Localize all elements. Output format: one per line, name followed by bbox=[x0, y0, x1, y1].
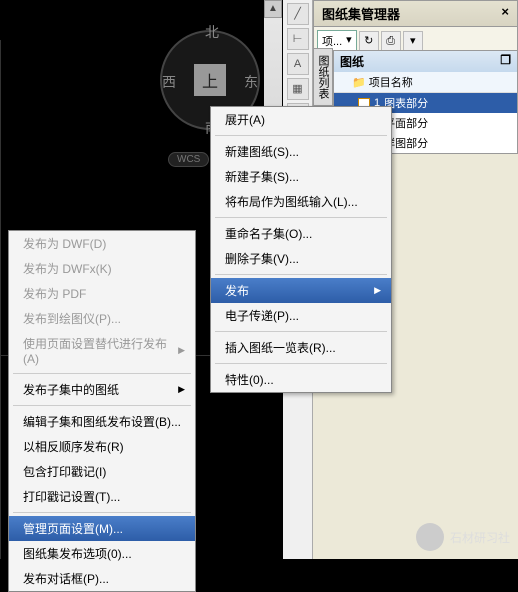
tree-header[interactable]: 图纸 ❐ bbox=[334, 51, 517, 72]
menu-pub-dwf: 发布为 DWF(D) bbox=[9, 231, 195, 256]
menu-properties-label: 特性(0)... bbox=[225, 371, 274, 388]
menu-new-sheet[interactable]: 新建图纸(S)... bbox=[211, 139, 391, 164]
menu-new-sheet-label: 新建图纸(S)... bbox=[225, 143, 299, 160]
menu-include-stamp[interactable]: 包含打印戳记(I) bbox=[9, 459, 195, 484]
ssm-titlebar[interactable]: 图纸集管理器 × bbox=[313, 0, 518, 27]
menu-pub-dwfx: 发布为 DWFx(K) bbox=[9, 256, 195, 281]
menu-separator bbox=[215, 331, 387, 332]
chevron-down-icon: ▾ bbox=[346, 33, 352, 49]
menu-separator bbox=[215, 217, 387, 218]
menu-pub-dwfx-label: 发布为 DWFx(K) bbox=[23, 260, 112, 277]
menu-publish-dialog[interactable]: 发布对话框(P)... bbox=[9, 566, 195, 591]
submenu-arrow-icon: ▶ bbox=[178, 384, 185, 395]
watermark-text: 石材研习社 bbox=[450, 529, 510, 546]
viewcube-north[interactable]: 北 bbox=[205, 22, 219, 42]
menu-separator bbox=[13, 405, 191, 406]
menu-insert-sheet-list-label: 插入图纸一览表(R)... bbox=[225, 339, 336, 356]
submenu-arrow-icon: ▶ bbox=[178, 345, 185, 356]
menu-separator bbox=[215, 135, 387, 136]
menu-ssm-publish-options-label: 图纸集发布选项(0)... bbox=[23, 545, 132, 562]
watermark: 石材研习社 bbox=[416, 523, 510, 551]
menu-etransmit-label: 电子传递(P)... bbox=[225, 307, 299, 324]
viewcube-east[interactable]: 东 bbox=[244, 72, 258, 92]
menu-pub-plotter-label: 发布到绘图仪(P)... bbox=[23, 310, 121, 327]
menu-separator bbox=[13, 512, 191, 513]
tool-text-icon[interactable]: A bbox=[287, 53, 309, 75]
tree-project-root[interactable]: 📁 项目名称 bbox=[334, 72, 517, 93]
menu-etransmit[interactable]: 电子传递(P)... bbox=[211, 303, 391, 328]
tool-hatch-icon[interactable]: ▦ bbox=[287, 78, 309, 100]
tool-dim-icon[interactable]: ⊢ bbox=[287, 28, 309, 50]
menu-pub-subset-sheets[interactable]: 发布子集中的图纸 ▶ bbox=[9, 377, 195, 402]
tree-project-label: 项目名称 bbox=[369, 77, 413, 89]
menu-insert-sheet-list[interactable]: 插入图纸一览表(R)... bbox=[211, 335, 391, 360]
menu-remove-subset-label: 删除子集(V)... bbox=[225, 250, 299, 267]
wcs-indicator[interactable]: WCS bbox=[168, 152, 209, 167]
menu-reverse-order-label: 以相反顺序发布(R) bbox=[23, 438, 124, 455]
menu-manage-page-setup-label: 管理页面设置(M)... bbox=[23, 520, 123, 537]
menu-properties[interactable]: 特性(0)... bbox=[211, 367, 391, 392]
menu-pub-pdf-label: 发布为 PDF bbox=[23, 285, 86, 302]
nav-up-icon[interactable]: ▲ bbox=[264, 0, 282, 18]
menu-pub-setup-override-label: 使用页面设置替代进行发布(A) bbox=[23, 335, 178, 366]
ssm-print-button[interactable]: ⎙ bbox=[381, 31, 401, 51]
menu-reverse-order[interactable]: 以相反顺序发布(R) bbox=[9, 434, 195, 459]
menu-pub-setup-override: 使用页面设置替代进行发布(A)▶ bbox=[9, 331, 195, 370]
sheet-set-manager: 图纸集管理器 × 项... ▾ ↻ ⎙ ▾ bbox=[313, 0, 518, 56]
menu-rename-subset[interactable]: 重命名子集(O)... bbox=[211, 221, 391, 246]
ssm-more-button[interactable]: ▾ bbox=[403, 31, 423, 51]
menu-edit-subset-setup-label: 编辑子集和图纸发布设置(B)... bbox=[23, 413, 181, 430]
ssm-dropdown-label: 项... bbox=[322, 33, 342, 49]
tool-line-icon[interactable]: ╱ bbox=[287, 3, 309, 25]
publish-submenu: 发布为 DWF(D) 发布为 DWFx(K) 发布为 PDF 发布到绘图仪(P)… bbox=[8, 230, 196, 592]
menu-stamp-settings[interactable]: 打印戳记设置(T)... bbox=[9, 484, 195, 509]
menu-include-stamp-label: 包含打印戳记(I) bbox=[23, 463, 106, 480]
menu-expand-label: 展开(A) bbox=[225, 111, 265, 128]
tree-header-label: 图纸 bbox=[340, 53, 364, 70]
menu-publish-dialog-label: 发布对话框(P)... bbox=[23, 570, 109, 587]
folder-icon: 📁 bbox=[352, 77, 366, 89]
menu-remove-subset[interactable]: 删除子集(V)... bbox=[211, 246, 391, 271]
viewcube-west[interactable]: 西 bbox=[162, 72, 176, 92]
menu-edit-subset-setup[interactable]: 编辑子集和图纸发布设置(B)... bbox=[9, 409, 195, 434]
menu-pub-pdf: 发布为 PDF bbox=[9, 281, 195, 306]
menu-publish-label: 发布 bbox=[225, 282, 249, 299]
menu-manage-page-setup[interactable]: 管理页面设置(M)... bbox=[9, 516, 195, 541]
tab-sheet-list[interactable]: 图纸列表 bbox=[313, 48, 333, 106]
menu-ssm-publish-options[interactable]: 图纸集发布选项(0)... bbox=[9, 541, 195, 566]
menu-rename-subset-label: 重命名子集(O)... bbox=[225, 225, 312, 242]
menu-separator bbox=[215, 363, 387, 364]
menu-expand[interactable]: 展开(A) bbox=[211, 107, 391, 132]
menu-import-layout-label: 将布局作为图纸输入(L)... bbox=[225, 193, 358, 210]
watermark-logo bbox=[416, 523, 444, 551]
ssm-refresh-button[interactable]: ↻ bbox=[359, 31, 379, 51]
sheet-context-menu: 展开(A) 新建图纸(S)... 新建子集(S)... 将布局作为图纸输入(L)… bbox=[210, 106, 392, 393]
menu-new-subset-label: 新建子集(S)... bbox=[225, 168, 299, 185]
menu-new-subset[interactable]: 新建子集(S)... bbox=[211, 164, 391, 189]
menu-separator bbox=[215, 274, 387, 275]
ssm-tabs: 图纸列表 bbox=[313, 48, 331, 106]
restore-icon[interactable]: ❐ bbox=[500, 53, 511, 70]
menu-pub-plotter: 发布到绘图仪(P)... bbox=[9, 306, 195, 331]
menu-stamp-settings-label: 打印戳记设置(T)... bbox=[23, 488, 120, 505]
ssm-title-label: 图纸集管理器 bbox=[322, 4, 400, 23]
menu-pub-dwf-label: 发布为 DWF(D) bbox=[23, 235, 106, 252]
menu-pub-subset-sheets-label: 发布子集中的图纸 bbox=[23, 381, 119, 398]
menu-import-layout[interactable]: 将布局作为图纸输入(L)... bbox=[211, 189, 391, 214]
viewcube-face-top[interactable]: 上 bbox=[194, 64, 226, 96]
close-icon[interactable]: × bbox=[501, 4, 509, 23]
menu-separator bbox=[13, 373, 191, 374]
menu-publish[interactable]: 发布 ▶ bbox=[211, 278, 391, 303]
submenu-arrow-icon: ▶ bbox=[374, 285, 381, 296]
